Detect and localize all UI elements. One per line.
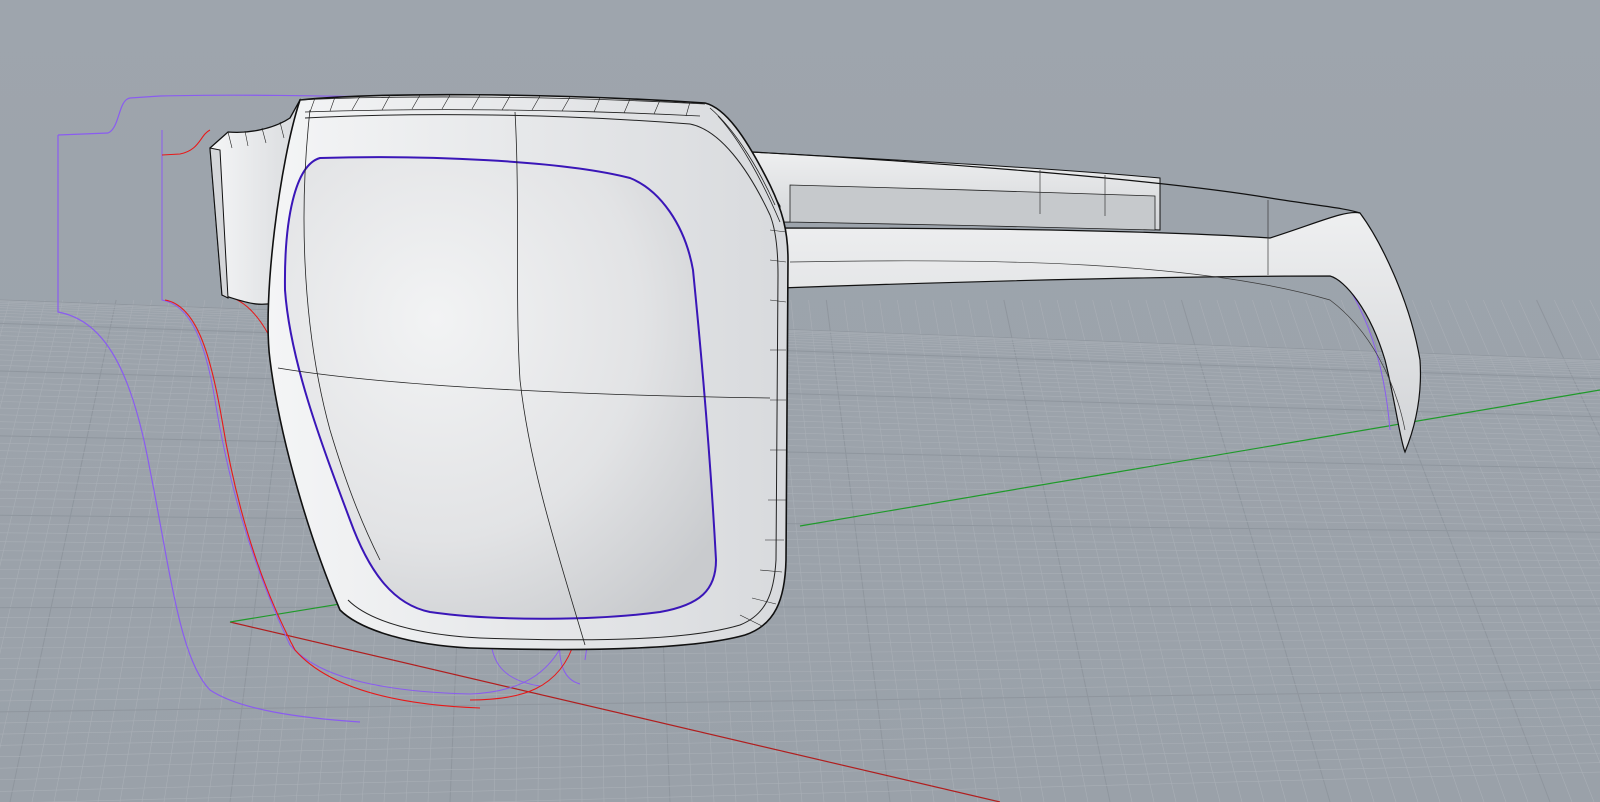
- viewport-canvas[interactable]: [0, 0, 1600, 802]
- perspective-viewport[interactable]: [0, 0, 1600, 802]
